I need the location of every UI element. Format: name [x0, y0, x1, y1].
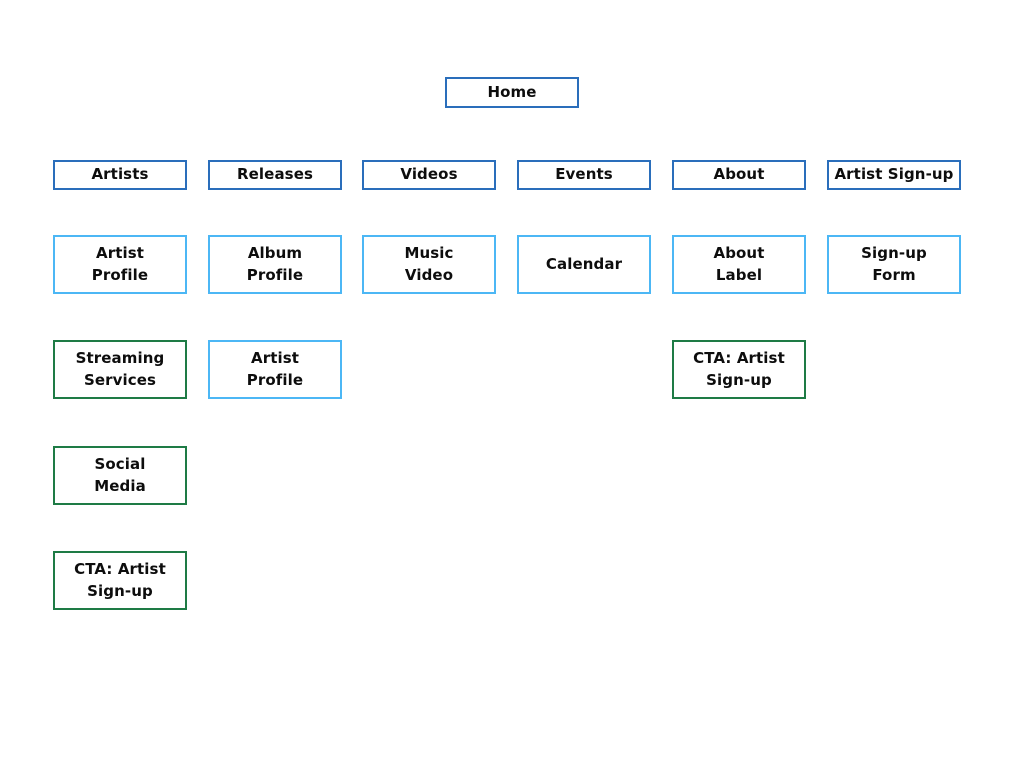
sitemap-node-label: Social Media	[94, 454, 146, 495]
sitemap-node-cta-artist-signup-1[interactable]: CTA: Artist Sign-up	[672, 340, 806, 399]
sitemap-node-music-video[interactable]: Music Video	[362, 235, 496, 294]
sitemap-node-label: Streaming Services	[75, 348, 165, 389]
sitemap-node-label: Album Profile	[246, 243, 304, 284]
sitemap-node-releases[interactable]: Releases	[208, 160, 342, 190]
sitemap-node-label: About	[713, 165, 765, 184]
sitemap-node-events[interactable]: Events	[517, 160, 651, 190]
sitemap-node-label: CTA: Artist Sign-up	[74, 559, 166, 600]
sitemap-node-label: Releases	[237, 165, 313, 184]
sitemap-node-artists[interactable]: Artists	[53, 160, 187, 190]
sitemap-node-label: Music Video	[404, 243, 454, 284]
sitemap-node-calendar[interactable]: Calendar	[517, 235, 651, 294]
sitemap-node-social-media[interactable]: Social Media	[53, 446, 187, 505]
sitemap-node-label: Artist Sign-up	[834, 165, 954, 184]
sitemap-node-label: Videos	[400, 165, 458, 184]
sitemap-node-label: CTA: Artist Sign-up	[693, 348, 785, 389]
sitemap-canvas: Home Artists Releases Videos Events About Arti…	[0, 0, 1024, 768]
sitemap-node-artist-signup[interactable]: Artist Sign-up	[827, 160, 961, 190]
sitemap-node-label: Artist Profile	[91, 243, 149, 284]
sitemap-node-about[interactable]: About	[672, 160, 806, 190]
sitemap-node-album-profile[interactable]: Album Profile	[208, 235, 342, 294]
sitemap-node-videos[interactable]: Videos	[362, 160, 496, 190]
sitemap-node-label: Events	[555, 165, 613, 184]
sitemap-node-label: Calendar	[545, 254, 623, 273]
sitemap-node-cta-artist-signup-2[interactable]: CTA: Artist Sign-up	[53, 551, 187, 610]
sitemap-node-label: Home	[487, 82, 537, 101]
sitemap-node-artist-profile-2[interactable]: Artist Profile	[208, 340, 342, 399]
sitemap-node-artist-profile[interactable]: Artist Profile	[53, 235, 187, 294]
sitemap-node-about-label[interactable]: About Label	[672, 235, 806, 294]
sitemap-node-label: Artists	[91, 165, 149, 184]
sitemap-node-streaming-services[interactable]: Streaming Services	[53, 340, 187, 399]
sitemap-node-label: Artist Profile	[246, 348, 304, 389]
sitemap-node-label: Sign-up Form	[861, 243, 927, 284]
sitemap-node-label: About Label	[713, 243, 765, 284]
sitemap-node-signup-form[interactable]: Sign-up Form	[827, 235, 961, 294]
sitemap-node-home[interactable]: Home	[445, 77, 579, 108]
